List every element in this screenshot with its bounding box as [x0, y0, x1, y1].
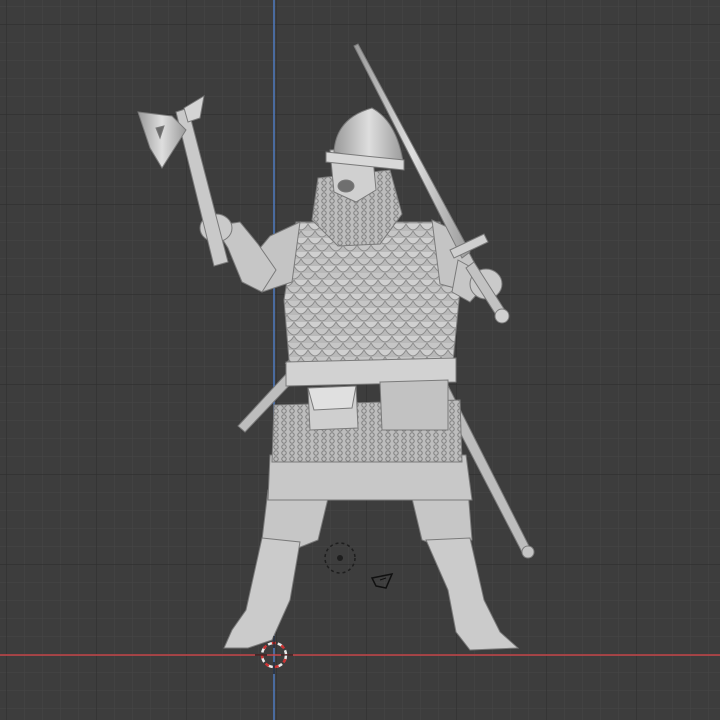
armor-plates: [379, 379, 449, 431]
3d-viewport[interactable]: [0, 0, 720, 720]
mouth: [337, 179, 355, 193]
